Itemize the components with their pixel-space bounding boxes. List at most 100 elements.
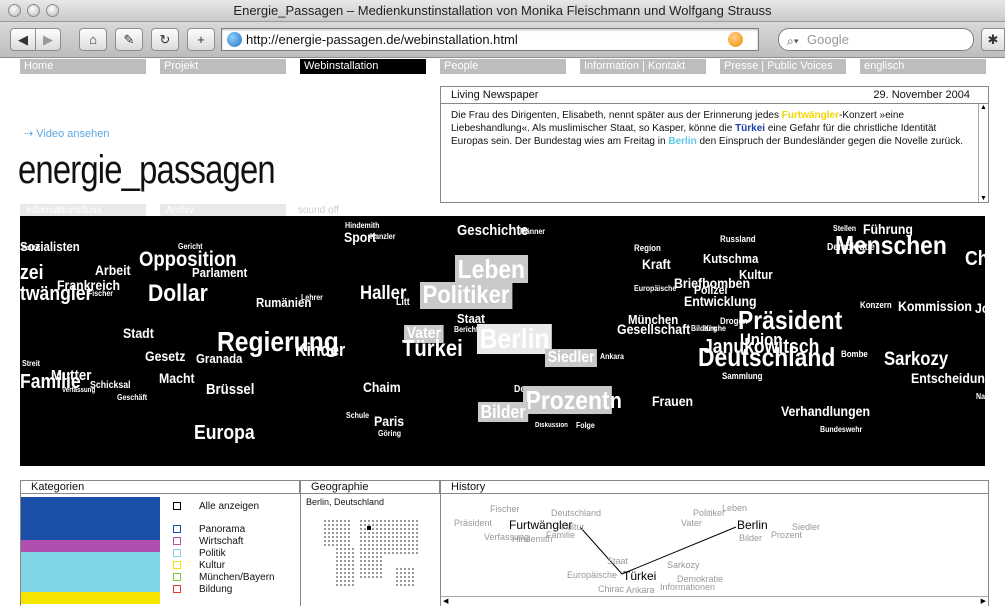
cloud-word[interactable]: Deutschland <box>698 344 835 370</box>
cloud-word[interactable]: Göring <box>378 430 401 438</box>
address-bar[interactable]: http://energie-passagen.de/webinstallati… <box>221 28 759 51</box>
cloud-word[interactable]: Fischer <box>88 290 113 298</box>
history-term[interactable]: Deutschland <box>551 508 601 518</box>
category-bar-panorama[interactable] <box>21 497 160 540</box>
cloud-word[interactable]: Granada <box>196 352 242 365</box>
cloud-word[interactable]: Ch <box>965 249 985 269</box>
cloud-word[interactable]: Dollar <box>148 282 208 306</box>
cloud-word[interactable]: Macht <box>159 371 195 385</box>
category-bildung[interactable]: Bildung <box>173 584 232 595</box>
nav-webinstallation[interactable]: Webinstallation <box>300 59 426 74</box>
cloud-word[interactable]: Verhandlungen <box>781 404 870 418</box>
snapback-icon[interactable] <box>728 32 743 47</box>
cloud-word[interactable]: Region <box>634 244 661 253</box>
history-term[interactable]: Chirac <box>598 584 624 594</box>
search-input[interactable]: ⌕▾ Google <box>778 28 974 51</box>
category-bar-politik[interactable] <box>21 552 160 592</box>
cloud-word[interactable]: Paris <box>374 414 404 428</box>
history-term[interactable]: Vater <box>681 518 702 528</box>
cloud-word[interactable]: Folge <box>576 422 595 430</box>
cloud-word[interactable]: Lehrer <box>301 294 323 302</box>
cloud-word[interactable]: Litt <box>396 298 410 308</box>
category-alle-anzeigen[interactable]: Alle anzeigen <box>173 501 259 512</box>
cloud-word[interactable]: Arbeit <box>95 263 131 277</box>
cloud-word[interactable]: Russland <box>720 235 756 244</box>
video-link[interactable]: ⇢ Video ansehen <box>24 127 109 140</box>
cloud-word[interactable]: twängler <box>20 284 92 304</box>
nav-information-kontakt[interactable]: Information | Kontakt <box>580 59 706 74</box>
scroll-left-icon[interactable]: ◀ <box>443 597 448 605</box>
cloud-word[interactable]: n <box>610 390 622 412</box>
cloud-word[interactable]: Chaim <box>363 380 401 394</box>
cloud-word[interactable]: Streit <box>22 360 40 368</box>
scroll-down-icon[interactable]: ▼ <box>980 195 987 202</box>
cloud-word[interactable]: Geschäft <box>117 394 147 402</box>
cloud-word[interactable]: zei <box>20 263 43 283</box>
category-politik[interactable]: Politik <box>173 548 226 559</box>
history-term[interactable]: Staat <box>607 556 628 566</box>
category-bar-wirtschaft[interactable] <box>21 540 160 552</box>
cloud-word[interactable]: Kutschma <box>703 252 758 265</box>
dotted-world-map[interactable] <box>312 512 424 600</box>
history-term[interactable]: Präsident <box>454 518 492 528</box>
cloud-word[interactable]: Gesellschaft <box>617 322 690 336</box>
scroll-up-icon[interactable]: ▲ <box>980 104 987 111</box>
history-term[interactable]: Fischer <box>490 504 520 514</box>
cloud-word[interactable]: Bilder <box>478 402 529 422</box>
history-term[interactable]: Sarkozy <box>667 560 700 570</box>
news-keyword[interactable]: Berlin <box>668 136 696 147</box>
newspaper-scrollbar[interactable]: ▲ ▼ <box>978 104 988 202</box>
home-button[interactable]: ⌂ <box>79 28 107 51</box>
category-wirtschaft[interactable]: Wirtschaft <box>173 536 243 547</box>
cloud-word[interactable]: Diskussion <box>535 422 568 429</box>
cloud-word[interactable]: Leben <box>455 255 528 283</box>
bug-report-button[interactable]: ✱ <box>981 28 1005 51</box>
cloud-word[interactable]: Ankara <box>600 353 624 361</box>
reload-button[interactable]: ↻ <box>151 28 179 51</box>
history-term[interactable]: Bilder <box>739 533 762 543</box>
cloud-word[interactable]: Bericht <box>454 326 478 334</box>
category-panorama[interactable]: Panorama <box>173 524 245 535</box>
history-term[interactable]: Ankara <box>626 585 655 595</box>
category-muenchen-bayern[interactable]: München/Bayern <box>173 572 275 583</box>
cloud-word[interactable]: Siedler <box>545 349 598 367</box>
history-scrollbar[interactable]: ◀ ▶ <box>441 596 988 606</box>
cloud-word[interactable]: Kraft <box>642 257 671 271</box>
history-term[interactable]: Leben <box>722 503 747 513</box>
back-button[interactable]: ◀ <box>10 28 36 51</box>
cloud-word[interactable]: Geschichte <box>457 223 528 238</box>
cloud-word[interactable]: Berlin <box>477 324 553 354</box>
history-term[interactable]: Berlin <box>737 518 768 532</box>
cloud-word[interactable]: Stadt <box>123 326 154 340</box>
history-term[interactable]: Familie <box>546 530 575 540</box>
cloud-word[interactable]: Kanzler <box>370 233 395 241</box>
cloud-word[interactable]: Konzern <box>860 301 892 310</box>
add-bookmark-button[interactable]: + <box>187 28 215 51</box>
forward-button[interactable]: ▶ <box>35 28 61 51</box>
cloud-word[interactable]: Sarkozy <box>884 350 948 369</box>
cloud-word[interactable]: Frauen <box>652 394 693 408</box>
cloud-word[interactable]: Entscheidung <box>911 371 985 385</box>
history-term[interactable]: Politiker <box>693 508 725 518</box>
history-term[interactable]: Prozent <box>771 530 802 540</box>
cloud-word[interactable]: Europäische <box>634 285 676 293</box>
news-keyword[interactable]: Furtwängler <box>782 110 839 121</box>
edit-bookmark-button[interactable]: ✎ <box>115 28 143 51</box>
history-term[interactable]: Europäische <box>567 570 617 580</box>
news-keyword[interactable]: Türkei <box>735 123 765 134</box>
cloud-word[interactable]: Türkei <box>402 337 463 360</box>
cloud-word[interactable]: Männer <box>520 228 545 236</box>
cloud-word[interactable]: Europa <box>194 423 255 443</box>
history-term[interactable]: Türkei <box>623 569 656 583</box>
nav-people[interactable]: People <box>440 59 566 74</box>
cloud-word[interactable]: Bombe <box>841 350 868 359</box>
cloud-word[interactable]: Schule <box>346 412 369 420</box>
cloud-word[interactable]: Politiker <box>420 282 513 309</box>
scroll-right-icon[interactable]: ▶ <box>981 597 986 605</box>
cloud-word[interactable]: Parlament <box>192 266 247 279</box>
cloud-word[interactable]: Gesetz <box>145 349 185 363</box>
category-bar-kultur[interactable] <box>21 592 160 604</box>
cloud-word[interactable]: Bundeswehr <box>820 426 862 434</box>
history-term[interactable]: Informationen <box>660 582 715 592</box>
cloud-word[interactable]: Politik <box>22 245 40 252</box>
